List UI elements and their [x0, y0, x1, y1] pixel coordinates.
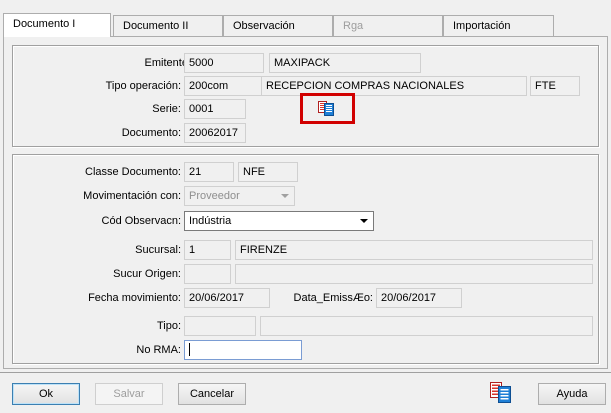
- documento-field[interactable]: 20062017: [184, 123, 246, 143]
- tipo-desc-field[interactable]: [260, 316, 593, 336]
- documento-label: Documento:: [121, 127, 181, 139]
- classe-documento-label: Classe Documento:: [85, 166, 181, 178]
- document-list-icon[interactable]: [318, 99, 334, 117]
- tab-documento-1[interactable]: Documento I: [3, 13, 111, 37]
- serie-field[interactable]: 0001: [184, 99, 246, 119]
- tab-rga[interactable]: Rga: [333, 15, 443, 36]
- ok-button[interactable]: Ok: [12, 383, 80, 405]
- tab-label: Importación: [453, 20, 511, 32]
- tab-page-documento-1: Emitente: 5000 MAXIPACK Tipo operación: …: [3, 36, 608, 369]
- sucur-origen-code-field[interactable]: [184, 264, 231, 284]
- sucur-origen-name-field[interactable]: [235, 264, 593, 284]
- tab-strip: Documento I Documento II Observación Rga…: [3, 13, 608, 37]
- sucursal-code-field[interactable]: 1: [184, 240, 231, 260]
- sucur-origen-label: Sucur Origen:: [113, 268, 181, 280]
- fecha-movimiento-label: Fecha movimiento:: [88, 292, 181, 304]
- salvar-button[interactable]: Salvar: [95, 383, 163, 405]
- tipo-code-field[interactable]: [184, 316, 256, 336]
- cod-observacion-value: Indústria: [189, 215, 232, 227]
- no-rma-label: No RMA:: [136, 344, 181, 356]
- tab-observacion[interactable]: Observación: [223, 15, 333, 36]
- tab-label: Rga: [343, 20, 364, 32]
- tipo-operacion-code-field[interactable]: 200com: [184, 76, 264, 96]
- tipo-operacion-extra-field[interactable]: FTE: [530, 76, 580, 96]
- sucursal-name-field[interactable]: FIRENZE: [235, 240, 593, 260]
- fecha-movimiento-field[interactable]: 20/06/2017: [184, 288, 270, 308]
- cancelar-button[interactable]: Cancelar: [178, 383, 246, 405]
- movimentacion-select[interactable]: Proveedor: [184, 186, 295, 206]
- tab-documento-2[interactable]: Documento II: [113, 15, 223, 36]
- chevron-down-icon: [281, 194, 289, 198]
- tab-label: Documento II: [123, 20, 189, 32]
- cod-observacion-select[interactable]: Indústria: [184, 211, 374, 231]
- ayuda-button[interactable]: Ayuda: [538, 383, 606, 405]
- emitente-code-field[interactable]: 5000: [184, 53, 264, 73]
- movimentacion-value: Proveedor: [189, 190, 240, 202]
- classe-code-field[interactable]: 21: [184, 162, 234, 182]
- serie-label: Serie:: [152, 103, 181, 115]
- cod-observacion-label: Cód Observacn:: [101, 215, 181, 227]
- chevron-down-icon: [360, 219, 368, 223]
- tab-importacion[interactable]: Importación: [443, 15, 554, 36]
- tab-label: Observación: [233, 20, 295, 32]
- tipo-operacion-label: Tipo operación:: [105, 80, 181, 92]
- classe-desc-field[interactable]: NFE: [238, 162, 298, 182]
- detail-group: Classe Documento: 21 NFE Movimentación c…: [12, 154, 599, 364]
- document-list-icon[interactable]: [490, 380, 512, 404]
- data-emissao-field[interactable]: 20/06/2017: [376, 288, 462, 308]
- sucursal-label: Sucursal:: [135, 244, 181, 256]
- button-bar: Ok Salvar Cancelar Ayuda: [0, 372, 611, 413]
- emitente-name-field[interactable]: MAXIPACK: [269, 53, 421, 73]
- text-caret: [189, 342, 190, 356]
- header-group: Emitente: 5000 MAXIPACK Tipo operación: …: [12, 45, 599, 147]
- tab-label: Documento I: [13, 18, 76, 30]
- data-emissao-label: Data_EmissÆo:: [293, 292, 373, 304]
- tipo-label: Tipo:: [156, 320, 181, 332]
- no-rma-input[interactable]: [184, 340, 302, 360]
- emitente-label: Emitente:: [144, 57, 191, 69]
- movimentacion-label: Movimentación con:: [83, 190, 181, 202]
